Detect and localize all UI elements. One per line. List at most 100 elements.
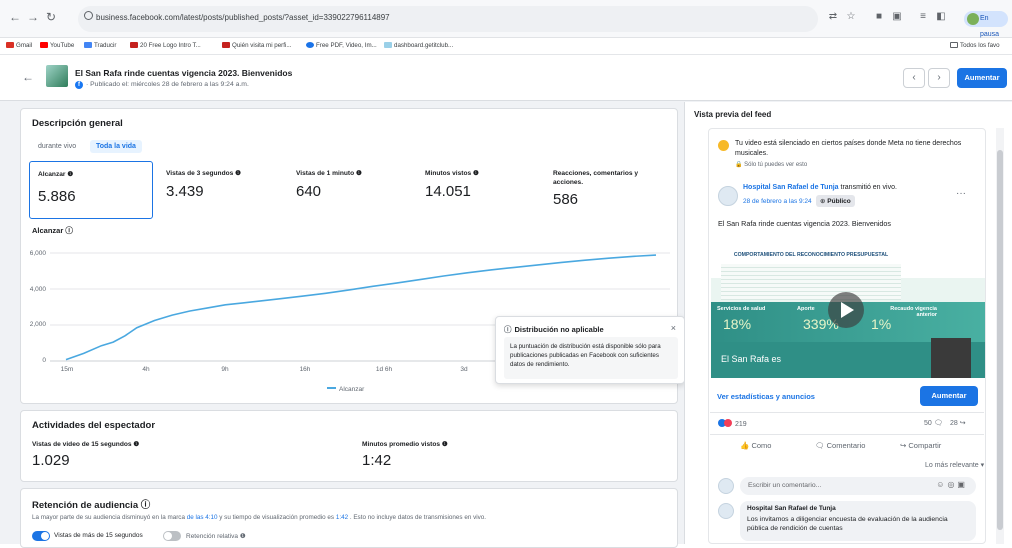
x-tick: 9h — [221, 366, 229, 373]
toggle-relative-retention[interactable] — [163, 531, 181, 541]
toggle-15s-label: Vistas de más de 15 segundos — [54, 532, 143, 539]
forward-icon[interactable]: → — [26, 10, 40, 24]
comment-input[interactable]: Escribir un comentario... ☺◎▣ — [740, 477, 976, 495]
more-options-icon[interactable]: ··· — [956, 188, 966, 199]
retention-link-time[interactable]: de las 4:10 — [187, 514, 218, 521]
comment-author[interactable]: Hospital San Rafael de Tunja — [747, 505, 836, 512]
like-button[interactable]: 👍 Como — [740, 441, 771, 450]
prev-post-button[interactable]: ‹ — [903, 68, 925, 88]
tab-toda-la-vida[interactable]: Toda la vida — [90, 140, 142, 153]
post-date[interactable]: 28 de febrero a las 9:24 — [743, 198, 812, 205]
boost-button[interactable]: Aumentar — [957, 68, 1007, 88]
page-name-link[interactable]: Hospital San Rafael de Tunja — [743, 184, 839, 191]
all-bookmarks[interactable]: Todos los favo — [950, 42, 1000, 49]
tooltip-title-text: Distribución no aplicable — [514, 325, 604, 334]
stats-and-ads-link[interactable]: Ver estadísticas y anuncios — [717, 392, 815, 401]
metric-label: Alcanzar ❶ — [38, 171, 74, 178]
x-tick: 16h — [299, 366, 311, 373]
video-label-1: Servicios de salud — [717, 306, 766, 312]
bookmark-logo-intro[interactable]: 20 Free Logo Intro T... — [130, 42, 201, 49]
video-table — [721, 264, 901, 300]
extension-icon[interactable]: ■ — [872, 10, 886, 24]
video-label-2: Aporte — [797, 306, 815, 312]
legend-swatch — [327, 387, 336, 389]
retention-title: Retención de audiencia ⓘ — [32, 500, 151, 511]
comment-sort-dropdown[interactable]: Lo más relevante ▾ — [925, 461, 984, 469]
metric-label: Minutos promedio vistos ❶ — [362, 441, 448, 448]
bookmark-quien-visita[interactable]: Quién visita mi perfi... — [222, 42, 292, 49]
y-tick: 0 — [42, 357, 46, 364]
profile-pause-button[interactable]: En pausa — [964, 11, 1008, 38]
metric-label: Vistas de 1 minuto ❶ — [296, 170, 362, 177]
comment-icon: 🗨 — [815, 441, 827, 450]
play-button[interactable] — [828, 292, 864, 328]
toggle-15s-views[interactable] — [32, 531, 50, 541]
emoji-camera-gif-icons[interactable]: ☺◎▣ — [936, 480, 968, 489]
reload-icon[interactable]: ↻ — [44, 10, 58, 24]
post-title: El San Rafa rinde cuentas vigencia 2023.… — [75, 68, 293, 78]
viewer-title: Actividades del espectador — [32, 420, 156, 431]
bookmark-gmail[interactable]: Gmail — [6, 42, 32, 49]
video-player[interactable]: COMPORTAMIENTO DEL RECONOCIMIENTO PRESUP… — [711, 230, 985, 378]
lock-icon: 🔒 — [735, 162, 745, 168]
bookmark-dashboard[interactable]: dashboard.getitclub... — [384, 42, 453, 49]
scrollbar-thumb[interactable] — [997, 150, 1003, 530]
metric-vistas-1m[interactable]: Vistas de 1 minuto ❶ 640 — [296, 169, 416, 200]
metric-minutos-promedio: Minutos promedio vistos ❶ 1:42 — [362, 440, 448, 469]
divider — [710, 434, 984, 435]
x-tick: 4h — [142, 366, 150, 373]
bookmark-free-pdf[interactable]: Free PDF, Video, Im... — [306, 42, 377, 49]
retention-link-avg[interactable]: 1:42 — [336, 514, 348, 521]
back-arrow-icon[interactable]: ← — [22, 70, 34, 84]
url-text[interactable]: business.facebook.com/latest/posts/publi… — [96, 13, 390, 22]
distribution-tooltip: ⓘ Distribución no aplicable × La puntuaci… — [495, 316, 685, 384]
comment-text: Los invitamos a diligenciar encuesta de … — [747, 516, 948, 532]
playlist-icon[interactable]: ≡ — [916, 10, 930, 24]
feed-title: Vista previa del feed — [694, 110, 772, 119]
shares-count[interactable]: 28 ↪ — [950, 419, 966, 427]
play-icon — [841, 302, 854, 318]
star-icon[interactable]: ☆ — [844, 10, 858, 24]
post-author-line: Hospital San Rafael de Tunja transmitió … — [743, 184, 897, 191]
bookmark-youtube[interactable]: YouTube — [40, 42, 74, 49]
share-count-icon: ↪ — [957, 420, 966, 427]
y-tick: 4,000 — [29, 286, 46, 293]
site-info-icon[interactable] — [84, 11, 93, 20]
metric-alcanzar[interactable]: Alcanzar ❶ 5.886 — [29, 161, 153, 219]
comment-author-avatar[interactable] — [718, 503, 734, 519]
reactions-count[interactable]: 219 — [718, 419, 747, 428]
retention-description: La mayor parte de su audiencia disminuyó… — [32, 514, 487, 521]
avatar — [967, 13, 979, 25]
metric-label: Minutos vistos ❶ — [425, 170, 479, 177]
page-avatar[interactable] — [718, 186, 738, 206]
video-pct-3: 1% — [871, 316, 892, 332]
post-header — [0, 55, 1012, 101]
metric-label: Vistas de 3 segundos ❶ — [166, 170, 242, 177]
chart-legend: Alcanzar — [327, 386, 364, 393]
sidepanel-icon[interactable]: ◧ — [934, 10, 948, 24]
comments-count[interactable]: 50 🗨 — [924, 419, 943, 427]
metric-vistas-3s[interactable]: Vistas de 3 segundos ❶ 3.439 — [166, 169, 286, 200]
translate-icon[interactable]: ⇄ — [826, 10, 840, 24]
post-caption: El San Rafa rinde cuentas vigencia 2023.… — [718, 219, 892, 228]
metric-value: 1.029 — [32, 452, 70, 469]
back-icon[interactable]: ← — [8, 10, 22, 24]
next-post-button[interactable]: › — [928, 68, 950, 88]
y-tick: 6,000 — [29, 250, 46, 257]
close-icon[interactable]: × — [671, 323, 676, 333]
tab-durante-vivo[interactable]: durante vivo — [32, 140, 82, 153]
tooltip-body: La puntuación de distribución está dispo… — [510, 343, 661, 368]
share-button[interactable]: ↪ Compartir — [900, 441, 941, 450]
video-heading: COMPORTAMIENTO DEL RECONOCIMIENTO PRESUP… — [733, 252, 889, 258]
metric-reacciones[interactable]: Reacciones, comentarios y acciones. 586 — [553, 169, 665, 208]
puzzle-icon[interactable]: ▣ — [890, 10, 904, 24]
feed-boost-button[interactable]: Aumentar — [920, 386, 978, 406]
commenter-avatar — [718, 478, 734, 494]
privacy-badge: ⊕ Público — [816, 195, 855, 207]
x-tick: 1d 6h — [375, 366, 393, 373]
bookmark-traducir[interactable]: Traducir — [84, 42, 116, 49]
tooltip-title: ⓘ Distribución no aplicable — [504, 324, 604, 335]
comment-button[interactable]: 🗨 Comentario — [815, 441, 865, 450]
metric-minutos-vistos[interactable]: Minutos vistos ❶ 14.051 — [425, 169, 545, 200]
x-tick: 3d — [460, 366, 468, 373]
